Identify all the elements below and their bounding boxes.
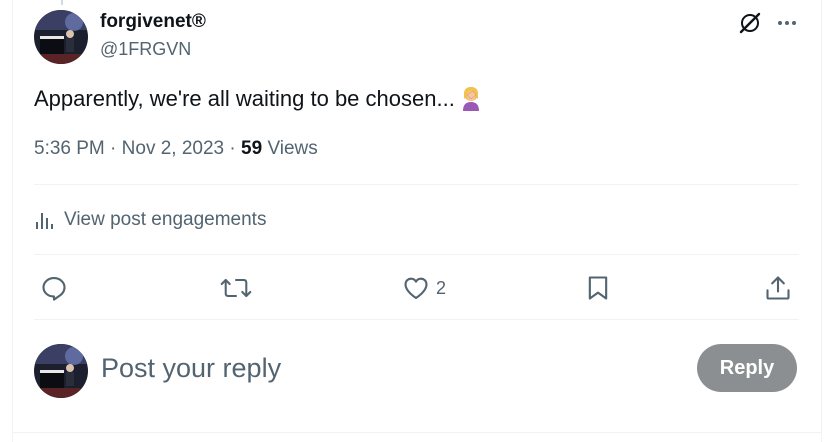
view-post-engagements-label: View post engagements bbox=[64, 209, 267, 230]
post-text-content: Apparently, we're all waiting to be chos… bbox=[34, 86, 455, 111]
post-date[interactable]: Nov 2, 2023 bbox=[122, 138, 224, 159]
current-user-avatar[interactable] bbox=[34, 344, 88, 398]
views-count: 59 bbox=[241, 138, 263, 159]
post-time[interactable]: 5:36 PM bbox=[34, 138, 105, 159]
like-icon bbox=[404, 277, 428, 299]
divider-top bbox=[34, 184, 799, 185]
divider-bottom bbox=[34, 319, 799, 320]
like-count: 2 bbox=[436, 277, 447, 298]
share-button[interactable] bbox=[764, 270, 792, 306]
reply-input[interactable]: Post your reply bbox=[101, 352, 281, 384]
bookmark-button[interactable] bbox=[584, 270, 612, 306]
views-label: Views bbox=[267, 138, 318, 159]
grok-icon[interactable] bbox=[737, 10, 763, 36]
post-meta: 5:36 PM · Nov 2, 2023 · 59 Views bbox=[34, 137, 318, 161]
author-display-name[interactable]: forgivenet® bbox=[100, 10, 206, 34]
author-handle[interactable]: @1FRGVN bbox=[100, 37, 191, 61]
divider-footer bbox=[12, 432, 822, 433]
bookmark-icon bbox=[588, 276, 608, 300]
post-text: Apparently, we're all waiting to be chos… bbox=[34, 84, 483, 119]
meta-separator: · bbox=[229, 138, 236, 159]
meta-separator: · bbox=[110, 138, 117, 159]
like-button[interactable]: 2 bbox=[402, 270, 446, 306]
more-icon[interactable] bbox=[774, 10, 800, 36]
analytics-icon bbox=[36, 213, 53, 229]
woman-facepalming-emoji bbox=[459, 85, 483, 119]
repost-icon bbox=[220, 278, 252, 298]
reply-button-action[interactable] bbox=[40, 270, 68, 306]
repost-button[interactable] bbox=[220, 270, 252, 306]
view-post-engagements-link[interactable]: View post engagements bbox=[34, 207, 266, 233]
reply-icon bbox=[42, 277, 66, 301]
author-avatar[interactable] bbox=[34, 10, 88, 64]
reply-submit-button[interactable]: Reply bbox=[697, 344, 797, 392]
thread-line bbox=[61, 0, 63, 5]
divider-middle bbox=[34, 254, 799, 255]
share-icon bbox=[766, 276, 790, 300]
